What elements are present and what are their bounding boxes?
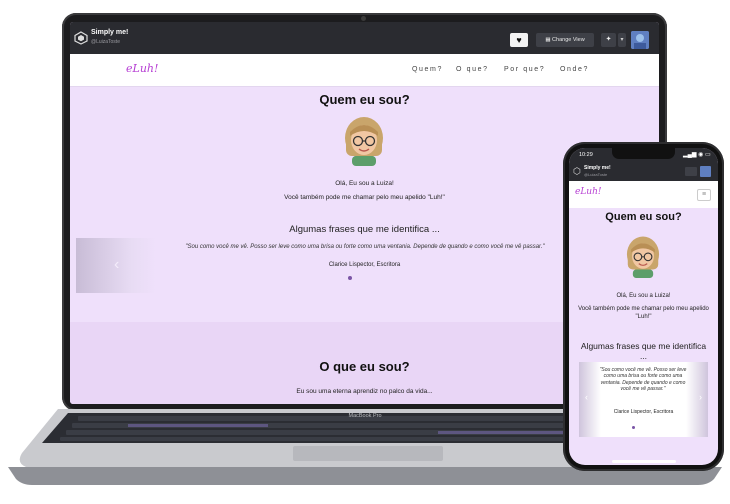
options-dropdown-button[interactable]: ▾ <box>618 33 626 47</box>
change-view-label: Change View <box>552 37 585 43</box>
phone-change-view-button[interactable] <box>685 167 697 176</box>
phone-home-indicator <box>612 460 676 463</box>
phone-screen: 10:29 ▂▄▆ ◉ ▭ ⬡ Simply me! @LuizaToste e… <box>569 148 718 465</box>
quote-text: "Sou como você me vê. Posso ser leve com… <box>185 244 545 250</box>
phone-nickname: Você também pode me chamar pelo meu apel… <box>578 306 709 320</box>
phone-quote-text: "Sou como você me vê. Posso ser leve com… <box>599 367 687 393</box>
site-navbar: eLuh! Quem? O que? Por que? Onde? <box>70 54 659 87</box>
app-subtitle: @LuizaToste <box>91 39 120 45</box>
heart-icon: ♥ <box>516 35 522 45</box>
site-brand-logo[interactable]: eLuh! <box>126 62 158 75</box>
phone-greeting: Olá, Eu sou a Luiza! <box>616 293 671 299</box>
nav-link-o-que[interactable]: O que? <box>456 66 489 73</box>
phone-brand-logo[interactable]: eLuh! <box>575 187 602 197</box>
nav-link-onde[interactable]: Onde? <box>560 66 589 73</box>
phone-quote-author: Clarice Lispector, Escritora <box>613 409 674 415</box>
phone-carousel-indicator[interactable] <box>632 426 635 429</box>
favorite-button[interactable]: ♥ <box>510 33 528 47</box>
app-logo-icon <box>74 31 88 45</box>
hamburger-menu-icon[interactable]: ≡ <box>697 189 711 201</box>
nav-link-quem[interactable]: Quem? <box>412 66 443 73</box>
phone-clock: 10:29 <box>579 152 593 158</box>
carousel-indicator[interactable] <box>348 276 352 280</box>
signal-wifi-battery-icon: ▂▄▆ ◉ ▭ <box>683 152 711 158</box>
app-logo-icon: ⬡ <box>573 166 581 176</box>
calendar-icon: ▦ <box>545 37 551 43</box>
phone-app-subtitle: @LuizaToste <box>584 172 608 177</box>
app-title: Simply me! <box>91 29 129 36</box>
laptop-model-label: MacBook Pro <box>348 413 382 419</box>
phone-site-navbar: eLuh! ≡ <box>569 181 718 208</box>
phone-notch <box>612 148 675 159</box>
phone-section-title: Quem eu sou? <box>605 211 682 223</box>
nav-link-por-que[interactable]: Por que? <box>504 66 545 73</box>
app-header-bar: Simply me! @LuizaToste ♥ ▦ Change View ✦… <box>70 22 659 54</box>
chevron-left-icon: ‹ <box>585 392 588 402</box>
user-avatar[interactable] <box>631 31 649 49</box>
chevron-down-icon: ▾ <box>620 37 624 43</box>
profile-memoji-avatar <box>338 114 390 166</box>
laptop-camera <box>361 16 366 21</box>
pin-button[interactable]: ✦ <box>601 33 616 47</box>
change-view-button[interactable]: ▦ Change View <box>536 33 594 47</box>
pin-icon: ✦ <box>605 36 612 43</box>
phone-profile-memoji <box>621 234 665 278</box>
phone-user-avatar[interactable] <box>700 166 711 177</box>
phone-app-header: ⬡ Simply me! @LuizaToste <box>569 163 718 181</box>
chevron-right-icon: › <box>699 392 702 402</box>
phone-phrases-title: Algumas frases que me identifica ... <box>580 341 707 361</box>
section-title-quem: Quem eu sou? <box>319 92 410 107</box>
phone-app-title: Simply me! <box>584 165 611 171</box>
